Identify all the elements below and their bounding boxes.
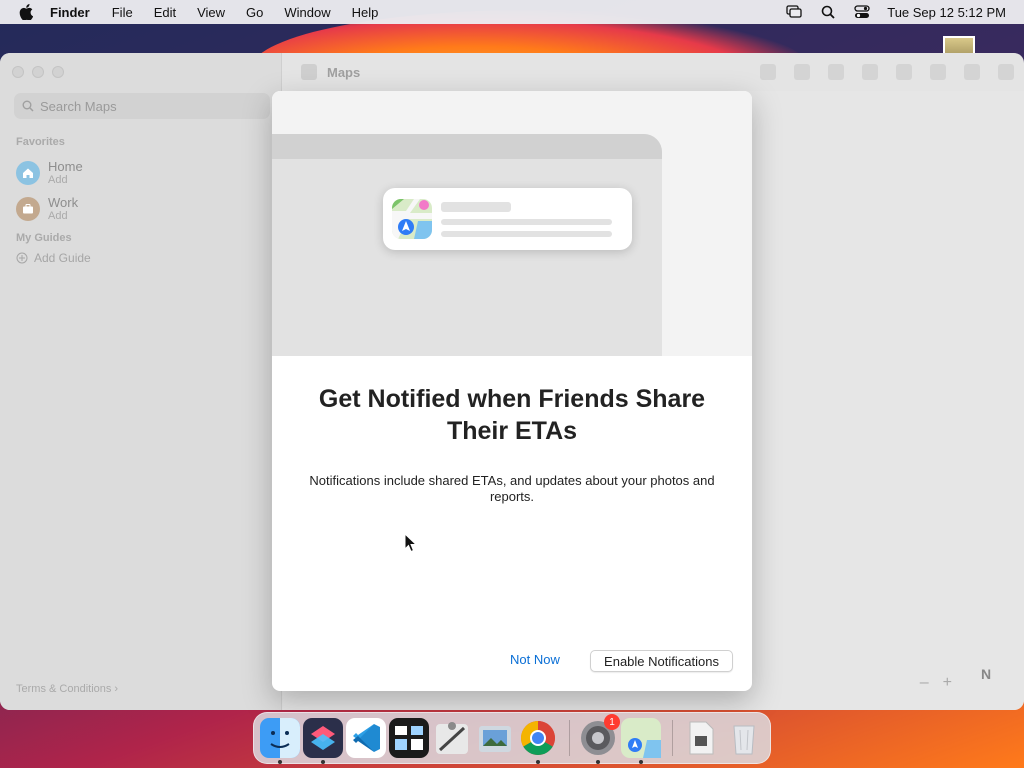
zoom-window-button[interactable]: [52, 66, 64, 78]
script-editor-icon: [436, 722, 468, 754]
favorite-home-sub: Add: [48, 174, 68, 186]
enable-notifications-button[interactable]: Enable Notifications: [590, 650, 733, 672]
dock-script-editor[interactable]: [432, 718, 472, 758]
zoom-icon[interactable]: [896, 64, 912, 80]
notif-line-placeholder: [441, 231, 612, 237]
dock-finder[interactable]: [260, 718, 300, 764]
dock-separator: [672, 720, 673, 756]
document-icon: [689, 721, 714, 755]
home-icon: [16, 160, 40, 185]
favorite-work-sub: Add: [48, 210, 68, 222]
control-center-icon[interactable]: [853, 4, 871, 20]
favorites-icon[interactable]: [930, 64, 946, 80]
menu-bar: Finder File Edit View Go Window Help Tue…: [0, 0, 1024, 24]
menu-edit[interactable]: Edit: [154, 5, 176, 20]
device-frame-top: [272, 134, 662, 159]
favorite-work[interactable]: Work Add: [16, 195, 78, 222]
vscode-icon: [346, 718, 386, 758]
my-guides-label: My Guides: [16, 232, 72, 244]
trash-icon: [733, 725, 755, 755]
more-icon[interactable]: [998, 64, 1014, 80]
running-indicator: [536, 760, 540, 764]
briefcase-icon: [16, 196, 40, 221]
dock-preview[interactable]: [475, 718, 515, 758]
mission-control-icon: [389, 718, 429, 758]
add-guide-button[interactable]: Add Guide: [16, 251, 91, 265]
notif-line-placeholder: [441, 219, 612, 225]
add-guide-label: Add Guide: [34, 251, 91, 265]
menu-help[interactable]: Help: [352, 5, 379, 20]
terms-label: Terms & Conditions: [16, 683, 112, 695]
menu-file[interactable]: File: [112, 5, 133, 20]
close-window-button[interactable]: [12, 66, 24, 78]
menu-app-name[interactable]: Finder: [50, 5, 90, 20]
window-controls: [12, 66, 64, 78]
directions-icon[interactable]: [862, 64, 878, 80]
zoom-controls: – +: [920, 674, 952, 692]
favorites-label: Favorites: [16, 136, 65, 148]
look-around-icon[interactable]: [828, 64, 844, 80]
running-indicator: [639, 760, 643, 764]
minimize-window-button[interactable]: [32, 66, 44, 78]
window-title: Maps: [327, 64, 361, 80]
menu-go[interactable]: Go: [246, 5, 263, 20]
shortcuts-icon: [303, 718, 343, 758]
notification-prompt-dialog: Get Notified when Friends Share Their ET…: [272, 91, 752, 691]
finder-icon: [260, 718, 300, 758]
dock-vscode[interactable]: [346, 718, 386, 758]
dock-separator: [569, 720, 570, 756]
dock-chrome[interactable]: [518, 718, 558, 764]
chrome-icon: [521, 721, 555, 755]
terms-link[interactable]: Terms & Conditions ›: [16, 683, 118, 695]
screen-mirroring-icon[interactable]: [785, 4, 803, 20]
compass-icon[interactable]: N: [968, 654, 1004, 694]
favorite-home[interactable]: Home Add: [16, 159, 83, 186]
menu-view[interactable]: View: [197, 5, 225, 20]
dialog-illustration: [272, 91, 752, 356]
notification-preview: [383, 188, 632, 250]
maps-app-icon: [392, 199, 432, 239]
sidebar-toggle-icon[interactable]: [301, 64, 317, 80]
maps-titlebar: Maps: [283, 53, 1024, 91]
favorite-work-name: Work: [48, 195, 79, 210]
spotlight-search-icon[interactable]: [819, 4, 837, 20]
apple-menu-icon[interactable]: [16, 2, 36, 22]
notif-title-placeholder: [441, 202, 511, 212]
search-maps-field[interactable]: Search Maps: [14, 93, 270, 119]
mouse-cursor-icon: [404, 533, 418, 553]
running-indicator: [596, 760, 600, 764]
dock-system-settings[interactable]: 1: [578, 714, 620, 764]
dialog-body: Notifications include shared ETAs, and u…: [309, 473, 715, 504]
dialog-headline: Get Notified when Friends Share Their ET…: [318, 385, 706, 445]
zoom-out-button[interactable]: –: [920, 674, 929, 692]
favorite-home-name: Home: [48, 159, 83, 174]
zoom-in-button[interactable]: +: [943, 674, 952, 692]
search-placeholder: Search Maps: [40, 98, 117, 114]
dock: 1: [253, 712, 771, 764]
search-icon: [22, 100, 34, 112]
dock-mission-control[interactable]: [389, 718, 429, 758]
dock-document[interactable]: [681, 718, 721, 758]
running-indicator: [321, 760, 325, 764]
map-mode-icon[interactable]: [794, 64, 810, 80]
notification-badge: 1: [604, 714, 620, 730]
dock-trash[interactable]: [724, 718, 764, 758]
dock-shortcuts[interactable]: [303, 718, 343, 764]
maps-sidebar: Search Maps Favorites Home Add Work Add …: [0, 53, 282, 710]
maps-icon: [621, 718, 661, 758]
plus-circle-icon: [16, 252, 28, 264]
menu-window[interactable]: Window: [284, 5, 330, 20]
not-now-button[interactable]: Not Now: [510, 652, 560, 667]
location-icon[interactable]: [760, 64, 776, 80]
share-icon[interactable]: [964, 64, 980, 80]
preview-icon: [479, 726, 511, 752]
toolbar-icons: [760, 64, 1014, 80]
running-indicator: [278, 760, 282, 764]
dock-maps[interactable]: [621, 718, 661, 764]
menu-bar-clock[interactable]: Tue Sep 12 5:12 PM: [887, 5, 1006, 20]
